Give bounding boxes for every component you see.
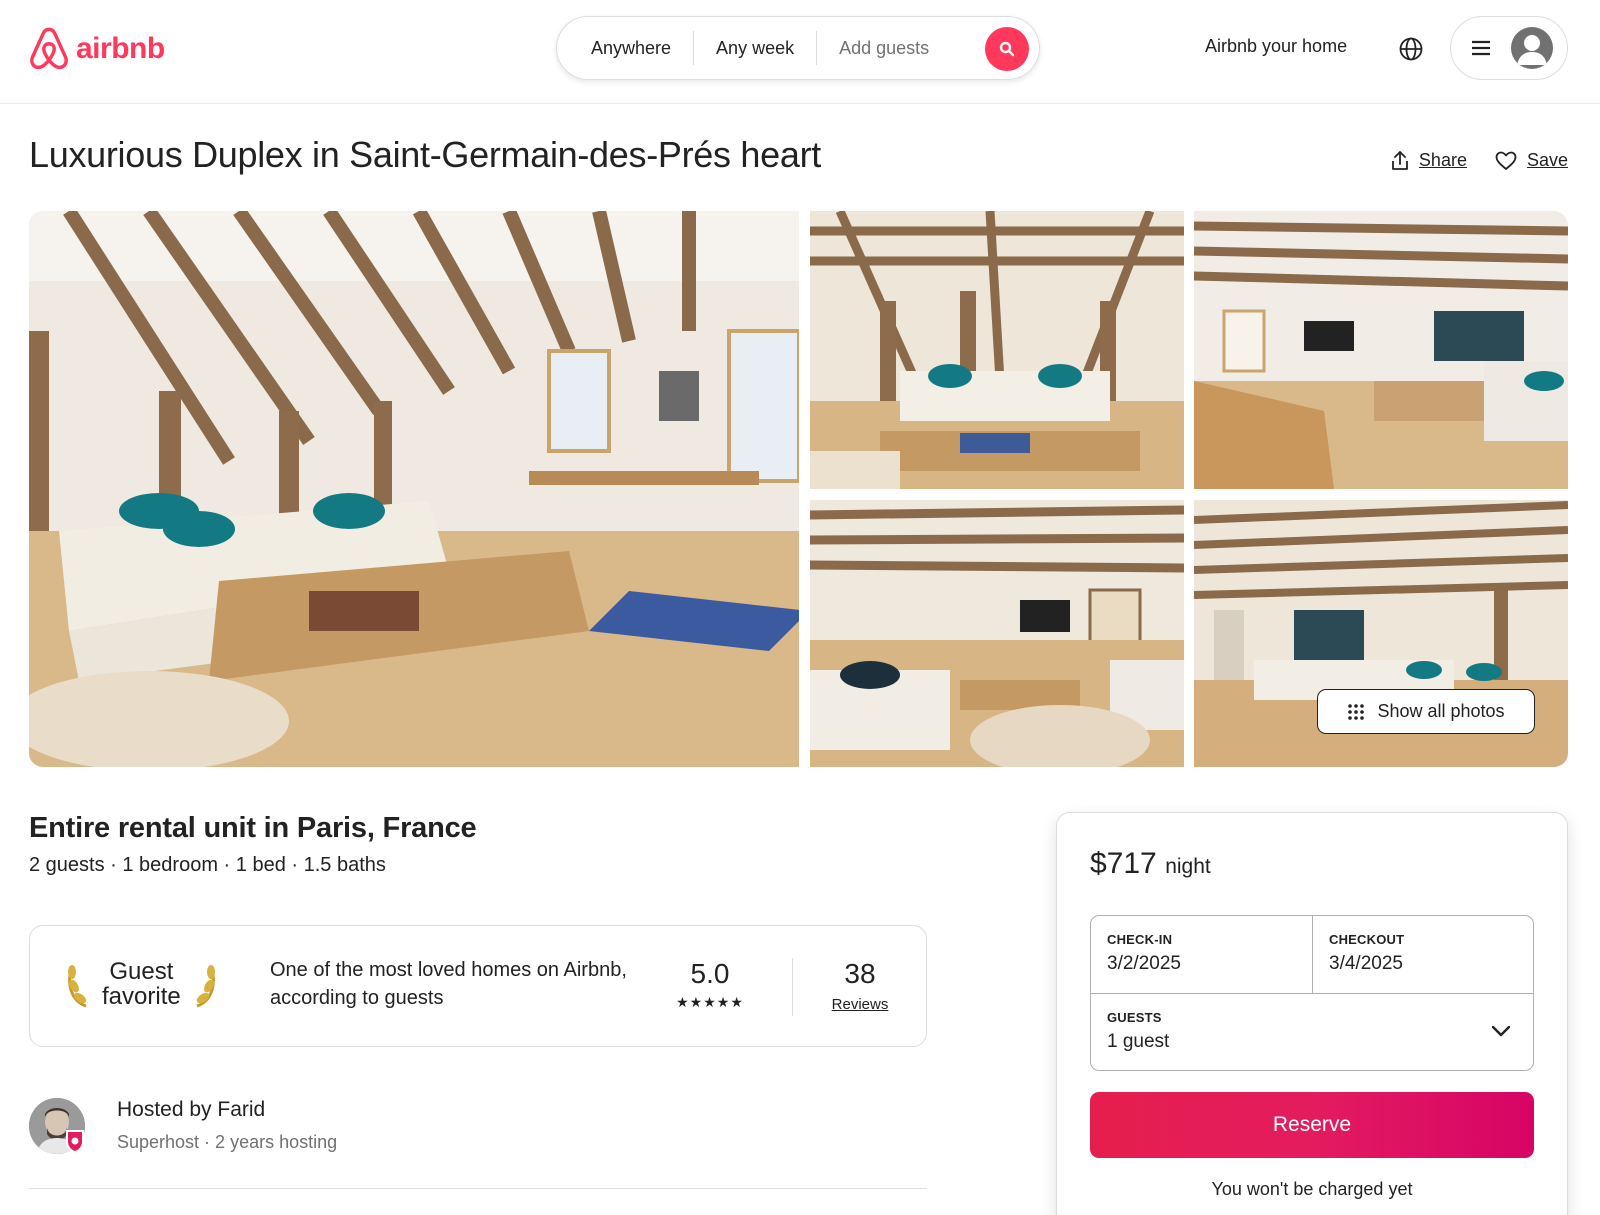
rating-stars: ★★★★★ xyxy=(676,994,744,1010)
photo-main[interactable] xyxy=(29,211,799,767)
heart-icon xyxy=(1495,151,1517,170)
save-label: Save xyxy=(1526,150,1568,170)
reviews-count: 38 xyxy=(844,958,876,989)
airbnb-logo[interactable]: airbnb xyxy=(28,26,165,72)
laurel-right-icon xyxy=(196,965,215,1008)
checkout-field[interactable]: CHECKOUT 3/4/2025 xyxy=(1313,916,1535,993)
menu-icon xyxy=(1472,40,1490,56)
listing-subtitle: Entire rental unit in Paris, France xyxy=(29,812,477,844)
reserve-button[interactable]: Reserve xyxy=(1090,1092,1534,1158)
grid-dots-icon xyxy=(1348,703,1365,720)
search-button[interactable] xyxy=(985,27,1029,71)
save-button[interactable]: Save xyxy=(1495,150,1568,171)
reviews-summary[interactable]: 38 Reviews xyxy=(810,958,910,1013)
reviews-link[interactable]: Reviews xyxy=(810,996,910,1013)
globe-icon[interactable] xyxy=(1398,36,1424,62)
photo-3[interactable] xyxy=(1194,211,1568,489)
checkin-field[interactable]: CHECK-IN 3/2/2025 xyxy=(1091,916,1313,993)
guests-value: 1 guest xyxy=(1107,1031,1170,1052)
photo-4[interactable] xyxy=(810,500,1184,767)
airbnb-logo-icon xyxy=(30,27,68,70)
checkin-value: 3/2/2025 xyxy=(1107,953,1181,974)
user-menu-button[interactable] xyxy=(1450,16,1568,80)
checkout-value: 3/4/2025 xyxy=(1329,953,1403,974)
guest-favorite-description: One of the most loved homes on Airbnb, a… xyxy=(270,959,627,1009)
guest-favorite-badge: Guest favorite xyxy=(64,958,219,1010)
guest-favorite-label: Guest favorite xyxy=(102,959,181,1009)
checkin-label: CHECK-IN xyxy=(1107,932,1173,947)
airbnb-your-home-link[interactable]: Airbnb your home xyxy=(1205,36,1347,57)
price-amount: $717 xyxy=(1090,847,1157,880)
guest-favorite-card[interactable]: Guest favorite One of the most loved hom… xyxy=(29,925,927,1047)
guests-select[interactable]: GUESTS 1 guest xyxy=(1091,993,1533,1070)
host-meta: Superhost · 2 years hosting xyxy=(117,1132,338,1152)
host-name: Hosted by Farid xyxy=(117,1098,266,1121)
photo-2[interactable] xyxy=(810,211,1184,489)
booking-card: $717 night CHECK-IN 3/2/2025 CHECKOUT 3/… xyxy=(1056,812,1568,1215)
rating-divider xyxy=(792,958,793,1016)
superhost-badge-icon xyxy=(66,1130,84,1154)
section-divider xyxy=(29,1188,927,1189)
guests-label: GUESTS xyxy=(1107,1010,1162,1025)
photo-gallery xyxy=(29,211,1568,767)
share-icon xyxy=(1392,150,1408,170)
guest-favorite-label-line2: favorite xyxy=(102,983,181,1010)
guest-favorite-label-line1: Guest xyxy=(109,958,174,985)
checkout-label: CHECKOUT xyxy=(1329,932,1405,947)
title-actions: Share Save xyxy=(1391,150,1568,171)
rating-summary: 5.0 ★★★★★ xyxy=(670,958,750,1011)
listing-facts: 2 guests · 1 bedroom · 1 bed · 1.5 baths xyxy=(29,854,386,876)
search-guests[interactable]: Add guests xyxy=(817,38,951,59)
show-all-photos-button[interactable]: Show all photos xyxy=(1317,689,1535,734)
search-where[interactable]: Anywhere xyxy=(557,38,693,59)
date-guest-picker: CHECK-IN 3/2/2025 CHECKOUT 3/4/2025 GUES… xyxy=(1090,915,1534,1071)
listing-title: Luxurious Duplex in Saint-Germain-des-Pr… xyxy=(29,134,821,175)
logo-text: airbnb xyxy=(76,32,165,65)
search-when[interactable]: Any week xyxy=(694,38,816,59)
show-all-photos-label: Show all photos xyxy=(1377,701,1505,721)
price: $717 night xyxy=(1090,847,1211,881)
share-button[interactable]: Share xyxy=(1391,150,1467,171)
search-bar[interactable]: Anywhere Any week Add guests xyxy=(556,16,1040,80)
laurel-left-icon xyxy=(68,965,87,1008)
top-header: airbnb Anywhere Any week Add guests Airb… xyxy=(0,0,1600,104)
chevron-down-icon xyxy=(1491,1025,1511,1037)
no-charge-note: You won't be charged yet xyxy=(1211,1179,1413,1199)
share-label: Share xyxy=(1418,150,1467,170)
user-avatar-icon xyxy=(1511,27,1553,69)
search-icon xyxy=(999,41,1015,57)
rating-value: 5.0 xyxy=(690,958,730,989)
price-per: night xyxy=(1165,855,1211,878)
